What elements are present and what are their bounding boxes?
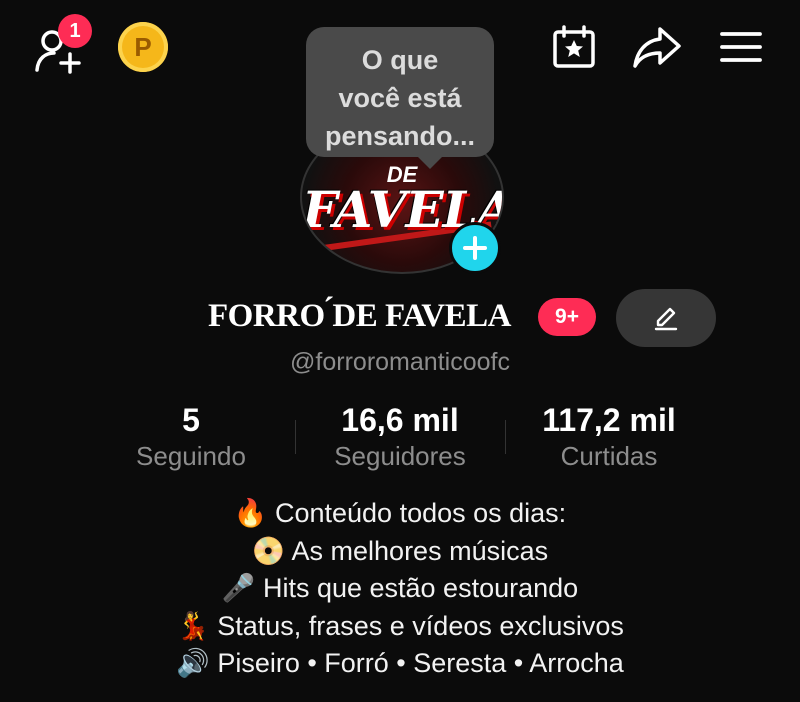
plus-icon — [463, 236, 487, 260]
bio-line: 🎤 Hits que estão estourando — [0, 570, 800, 608]
hamburger-menu-icon — [720, 32, 762, 62]
status-prompt-bubble[interactable]: O que você está pensando... — [306, 27, 494, 169]
stat-label: Curtidas — [560, 441, 658, 471]
stat-value: 5 — [182, 402, 200, 438]
stat-label: Seguidores — [334, 441, 466, 471]
bio-text: Hits que estão estourando — [262, 573, 579, 603]
add-story-button[interactable] — [449, 222, 501, 274]
profile-name: FORRO ́DE FAVELA — [208, 298, 511, 334]
status-prompt-line: você está — [338, 83, 462, 113]
bio-text: Conteúdo todos os dias: — [274, 498, 567, 528]
calendar-button[interactable] — [549, 22, 599, 72]
profile-bio: 🔥 Conteúdo todos os dias: 📀 As melhores … — [0, 495, 800, 683]
stat-likes[interactable]: 117,2 mil Curtidas — [509, 402, 709, 472]
dancer-icon: 💃 — [176, 610, 210, 642]
pencil-icon — [654, 307, 678, 331]
microphone-icon: 🎤 — [221, 573, 256, 604]
stat-following[interactable]: 5 Seguindo — [91, 402, 291, 472]
edit-profile-button[interactable] — [616, 289, 716, 347]
stat-divider — [295, 420, 296, 454]
status-prompt-line: pensando... — [324, 121, 476, 151]
profile-handle: @forroromanticoofc — [290, 348, 510, 376]
share-arrow-icon — [633, 27, 681, 68]
menu-button[interactable] — [716, 22, 766, 72]
stat-value: 16,6 mil — [341, 402, 459, 438]
friend-request-badge: 1 — [58, 14, 92, 48]
coin-button[interactable]: P — [118, 22, 168, 72]
stat-value: 117,2 mil — [542, 402, 676, 438]
stat-divider — [505, 420, 506, 454]
disc-icon: 📀 — [251, 535, 286, 567]
calendar-star-icon — [553, 25, 595, 68]
bio-text: As melhores músicas — [291, 535, 549, 566]
coin-icon: P — [134, 31, 152, 62]
stat-followers[interactable]: 16,6 mil Seguidores — [300, 402, 500, 472]
bio-line: 📀 As melhores músicas — [0, 533, 800, 571]
bio-line: 🔊 Piseiro • Forró • Seresta • Arrocha — [0, 645, 800, 683]
bio-text: Piseiro • Forró • Seresta • Arrocha — [217, 648, 624, 678]
fire-icon: 🔥 — [233, 498, 268, 529]
add-friend-button[interactable]: 1 — [28, 14, 92, 74]
status-prompt-line: O que — [361, 45, 439, 75]
bio-line: 💃 Status, frases e vídeos exclusivos — [0, 608, 800, 646]
stat-label: Seguindo — [136, 441, 246, 471]
bio-text: Status, frases e vídeos exclusivos — [217, 610, 624, 641]
share-button[interactable] — [632, 22, 682, 72]
speaker-icon: 🔊 — [176, 648, 210, 679]
notification-badge[interactable]: 9+ — [538, 298, 596, 336]
bio-line: 🔥 Conteúdo todos os dias: — [0, 495, 800, 533]
